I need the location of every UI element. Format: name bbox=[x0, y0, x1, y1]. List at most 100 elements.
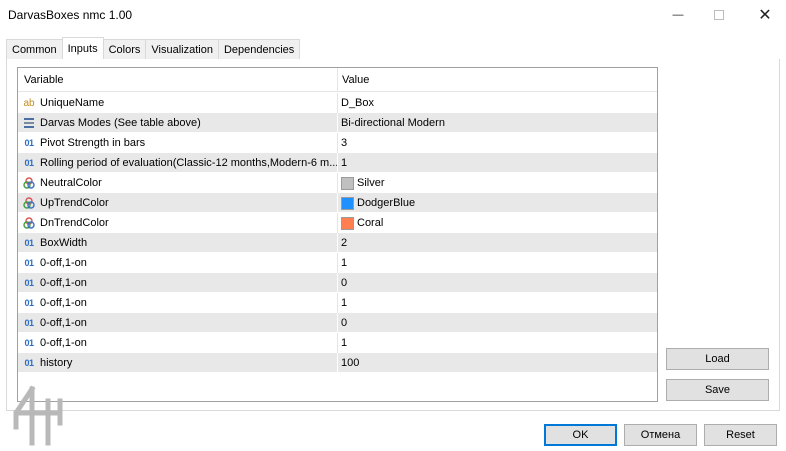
value-cell[interactable]: 2 bbox=[338, 233, 657, 253]
table-row[interactable]: DnTrendColor Coral bbox=[18, 213, 657, 233]
value-text: Coral bbox=[357, 217, 384, 229]
string-type-icon: ab bbox=[23, 97, 35, 109]
variable-name: Darvas Modes (See table above) bbox=[40, 117, 201, 129]
grid-rows: ab UniqueName D_Box Darvas Modes (See table… bbox=[18, 93, 657, 373]
variable-cell: 01 Rolling period of evaluation(Classic-1… bbox=[18, 153, 337, 173]
load-button[interactable]: Load bbox=[666, 348, 769, 370]
integer-type-icon: 01 bbox=[24, 318, 34, 328]
variable-name: 0-off,1-on bbox=[40, 277, 87, 289]
value-text: Bi-directional Modern bbox=[341, 117, 445, 129]
variable-cell: 01 0-off,1-on bbox=[18, 273, 337, 293]
tab-colors[interactable]: Colors bbox=[102, 39, 147, 59]
maximize-icon bbox=[714, 10, 724, 20]
grid-header: Variable Value bbox=[18, 68, 657, 92]
title-bar: DarvasBoxes nmc 1.00 — ✕ bbox=[0, 0, 786, 30]
value-cell[interactable]: 0 bbox=[338, 313, 657, 333]
tab-strip: Common Inputs Colors Visualization Dependenc… bbox=[6, 37, 301, 59]
color-type-icon bbox=[22, 216, 36, 230]
integer-type-icon: 01 bbox=[24, 158, 34, 168]
variable-name: 0-off,1-on bbox=[40, 317, 87, 329]
value-cell[interactable]: 1 bbox=[338, 153, 657, 173]
value-cell[interactable]: 1 bbox=[338, 253, 657, 273]
tab-visualization[interactable]: Visualization bbox=[145, 39, 219, 59]
variable-cell: ab UniqueName bbox=[18, 93, 337, 113]
minimize-icon: — bbox=[672, 9, 684, 21]
value-cell[interactable]: 0 bbox=[338, 273, 657, 293]
enum-type-icon bbox=[22, 116, 36, 130]
variable-cell: 01 0-off,1-on bbox=[18, 253, 337, 273]
tab-common[interactable]: Common bbox=[6, 39, 63, 59]
value-cell[interactable]: Bi-directional Modern bbox=[338, 113, 657, 133]
column-header-variable[interactable]: Variable bbox=[24, 74, 64, 86]
column-divider bbox=[337, 68, 338, 92]
value-cell[interactable]: Silver bbox=[338, 173, 657, 193]
table-row[interactable]: 01 0-off,1-on 1 bbox=[18, 253, 657, 273]
value-text: 1 bbox=[341, 257, 348, 269]
value-text: DodgerBlue bbox=[357, 197, 416, 209]
variable-cell: NeutralColor bbox=[18, 173, 337, 193]
tab-inputs[interactable]: Inputs bbox=[61, 37, 104, 59]
column-header-value[interactable]: Value bbox=[342, 74, 369, 86]
table-row[interactable]: Darvas Modes (See table above) Bi-directi… bbox=[18, 113, 657, 133]
variable-name: 0-off,1-on bbox=[40, 337, 87, 349]
value-text: 0 bbox=[341, 317, 348, 329]
integer-type-icon: 01 bbox=[24, 298, 34, 308]
table-row[interactable]: 01 0-off,1-on 0 bbox=[18, 273, 657, 293]
tab-dependencies[interactable]: Dependencies bbox=[217, 39, 301, 59]
table-row[interactable]: 01 0-off,1-on 1 bbox=[18, 293, 657, 313]
variable-name: 0-off,1-on bbox=[40, 257, 87, 269]
variable-cell: DnTrendColor bbox=[18, 213, 337, 233]
value-text: D_Box bbox=[341, 97, 375, 109]
inputs-grid: Variable Value ab UniqueName D_Box Darvas M… bbox=[17, 67, 658, 402]
variable-name: UpTrendColor bbox=[40, 197, 109, 209]
variable-name: BoxWidth bbox=[40, 237, 88, 249]
value-text: Silver bbox=[357, 177, 385, 189]
value-cell[interactable]: D_Box bbox=[338, 93, 657, 113]
value-text: 2 bbox=[341, 237, 348, 249]
value-text: 3 bbox=[341, 137, 348, 149]
variable-cell: 01 0-off,1-on bbox=[18, 313, 337, 333]
value-text: 100 bbox=[341, 357, 360, 369]
table-row[interactable]: 01 Rolling period of evaluation(Classic-1… bbox=[18, 153, 657, 173]
ok-button[interactable]: OK bbox=[544, 424, 617, 446]
integer-type-icon: 01 bbox=[24, 278, 34, 288]
table-row[interactable]: UpTrendColor DodgerBlue bbox=[18, 193, 657, 213]
table-row[interactable]: 01 0-off,1-on 1 bbox=[18, 333, 657, 353]
value-cell[interactable]: DodgerBlue bbox=[338, 193, 657, 213]
integer-type-icon: 01 bbox=[24, 238, 34, 248]
close-button[interactable]: ✕ bbox=[742, 0, 786, 30]
value-text: 1 bbox=[341, 297, 348, 309]
cancel-button[interactable]: Отмена bbox=[624, 424, 697, 446]
table-row[interactable]: 01 history 100 bbox=[18, 353, 657, 373]
integer-type-icon: 01 bbox=[24, 358, 34, 368]
value-text: 0 bbox=[341, 277, 348, 289]
variable-cell: UpTrendColor bbox=[18, 193, 337, 213]
table-row[interactable]: ab UniqueName D_Box bbox=[18, 93, 657, 113]
save-button[interactable]: Save bbox=[666, 379, 769, 401]
integer-type-icon: 01 bbox=[24, 258, 34, 268]
window-title: DarvasBoxes nmc 1.00 bbox=[8, 8, 133, 22]
color-swatch bbox=[341, 176, 354, 190]
value-text: 1 bbox=[341, 337, 348, 349]
variable-cell: 01 BoxWidth bbox=[18, 233, 337, 253]
value-cell[interactable]: 3 bbox=[338, 133, 657, 153]
table-row[interactable]: 01 0-off,1-on 0 bbox=[18, 313, 657, 333]
watermark-logo bbox=[13, 385, 63, 446]
table-row[interactable]: 01 Pivot Strength in bars 3 bbox=[18, 133, 657, 153]
maximize-button bbox=[696, 0, 742, 30]
variable-cell: Darvas Modes (See table above) bbox=[18, 113, 337, 133]
value-cell[interactable]: 1 bbox=[338, 293, 657, 313]
color-swatch bbox=[341, 216, 354, 230]
variable-name: Rolling period of evaluation(Classic-12 … bbox=[40, 157, 337, 169]
variable-name: Pivot Strength in bars bbox=[40, 137, 146, 149]
variable-cell: 01 Pivot Strength in bars bbox=[18, 133, 337, 153]
value-cell[interactable]: 100 bbox=[338, 353, 657, 373]
minimize-button[interactable]: — bbox=[655, 0, 701, 30]
value-text: 1 bbox=[341, 157, 348, 169]
table-row[interactable]: 01 BoxWidth 2 bbox=[18, 233, 657, 253]
value-cell[interactable]: Coral bbox=[338, 213, 657, 233]
reset-button[interactable]: Reset bbox=[704, 424, 777, 446]
table-row[interactable]: NeutralColor Silver bbox=[18, 173, 657, 193]
variable-name: DnTrendColor bbox=[40, 217, 109, 229]
value-cell[interactable]: 1 bbox=[338, 333, 657, 353]
